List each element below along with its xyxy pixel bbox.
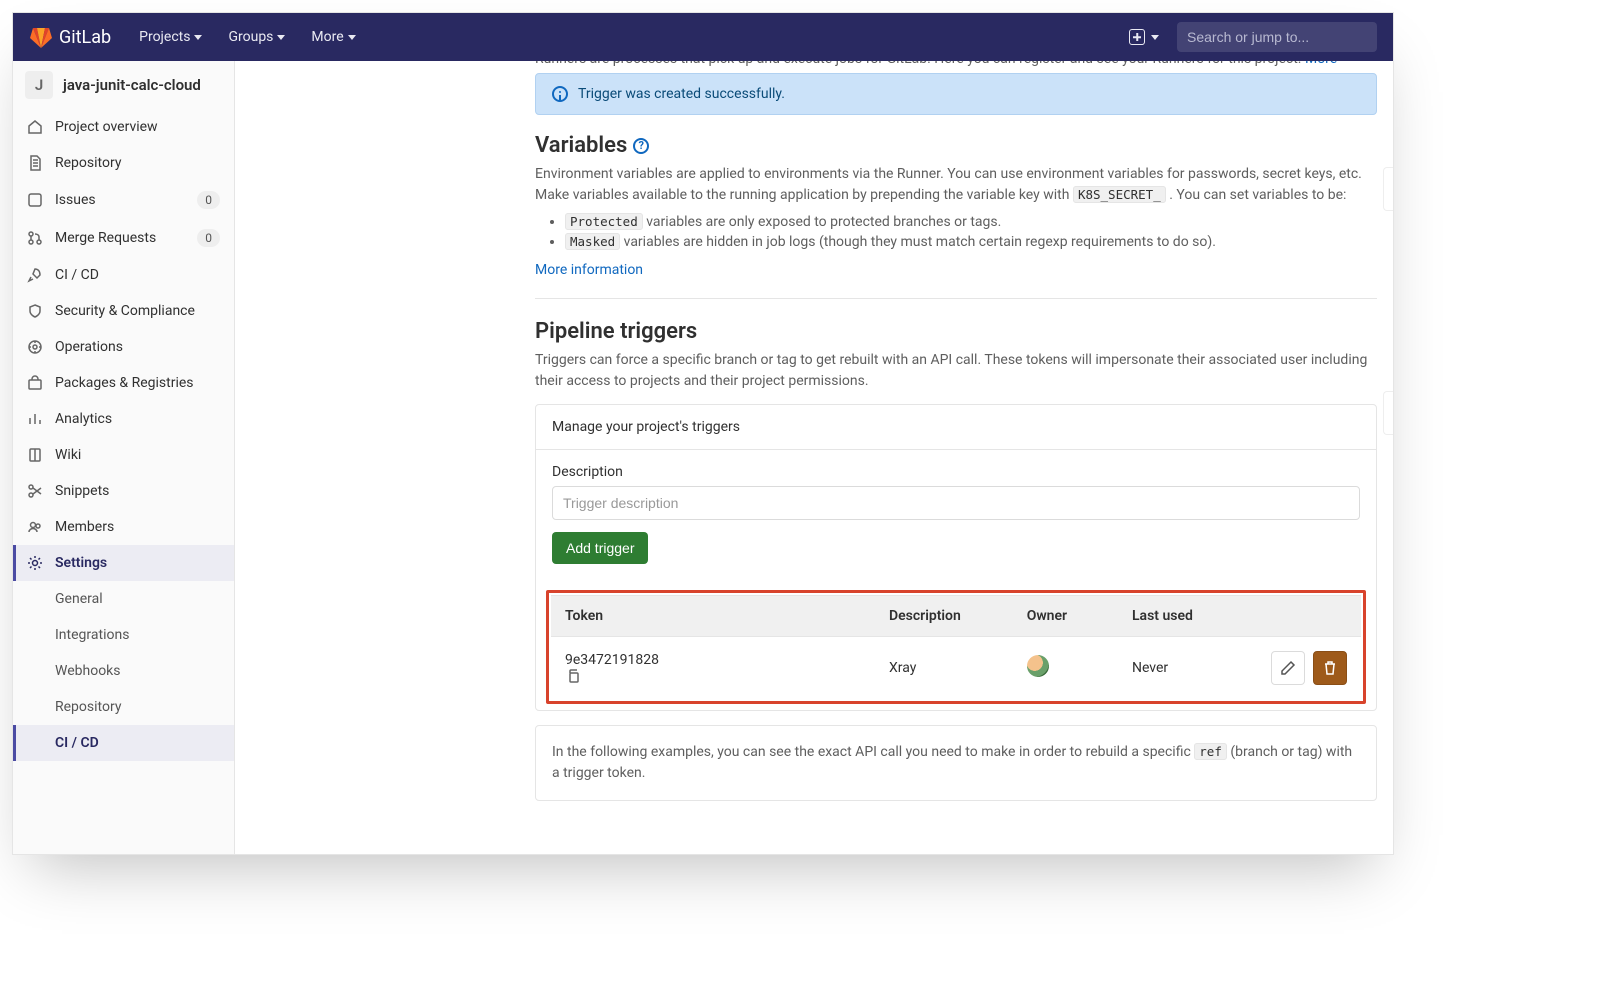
nav-projects[interactable]: Projects: [127, 13, 214, 61]
variables-description: Environment variables are applied to env…: [535, 164, 1377, 206]
section-divider: [535, 298, 1377, 299]
runners-description: Runners are processes that pick up and e…: [535, 61, 1377, 69]
issues-icon: [27, 192, 43, 208]
sidebar-item-project-overview[interactable]: Project overview: [13, 109, 234, 145]
settings-sub-ci-cd[interactable]: CI / CD: [13, 725, 234, 761]
settings-sub-general[interactable]: General: [13, 581, 234, 617]
plus-icon: [1129, 29, 1145, 45]
panel-header: Manage your project's triggers: [536, 405, 1376, 450]
settings-sub-webhooks[interactable]: Webhooks: [13, 653, 234, 689]
sidebar-item-settings[interactable]: Settings: [13, 545, 234, 581]
chevron-down-icon: [348, 35, 356, 40]
edit-trigger-button[interactable]: [1271, 651, 1305, 685]
add-trigger-button[interactable]: Add trigger: [552, 532, 648, 564]
th-last-used: Last used: [1118, 596, 1256, 637]
triggers-table-highlight: Token Description Owner Last used: [546, 590, 1366, 704]
chevron-down-icon: [1151, 35, 1159, 40]
sidebar-item-repository[interactable]: Repository: [13, 145, 234, 181]
settings-sub-repository[interactable]: Repository: [13, 689, 234, 725]
th-description: Description: [875, 596, 1013, 637]
trigger-row: 9e3472191828 Xray: [551, 637, 1361, 700]
triggers-usage-note: In the following examples, you can see t…: [535, 725, 1377, 801]
nav-more[interactable]: More: [299, 13, 367, 61]
nav-groups[interactable]: Groups: [216, 13, 297, 61]
sidebar-item-members[interactable]: Members: [13, 509, 234, 545]
content-area: Runners are processes that pick up and e…: [235, 61, 1393, 854]
mr-count: 0: [197, 229, 220, 247]
merge-icon: [27, 230, 43, 246]
trash-icon: [1322, 660, 1338, 676]
file-icon: [27, 155, 43, 171]
project-header[interactable]: J java-junit-calc-cloud: [13, 61, 234, 109]
rocket-icon: [27, 267, 43, 283]
manage-triggers-panel: Manage your project's triggers Descripti…: [535, 404, 1377, 711]
th-token: Token: [551, 596, 875, 637]
settings-sub-integrations[interactable]: Integrations: [13, 617, 234, 653]
th-actions: [1256, 596, 1361, 637]
book-icon: [27, 447, 43, 463]
variables-title: Variables ?: [535, 133, 1377, 158]
sidebar-item-analytics[interactable]: Analytics: [13, 401, 234, 437]
top-navbar: GitLab Projects Groups More: [13, 13, 1393, 61]
info-icon: [552, 86, 568, 102]
owner-avatar[interactable]: [1027, 655, 1049, 677]
sidebar-item-operations[interactable]: Operations: [13, 329, 234, 365]
chart-icon: [27, 411, 43, 427]
trigger-description-cell: Xray: [875, 637, 1013, 700]
pencil-icon: [1280, 660, 1296, 676]
banner-text: Trigger was created successfully.: [578, 86, 785, 102]
scissors-icon: [27, 483, 43, 499]
token-value: 9e3472191828: [565, 652, 659, 668]
variables-bullets: Protected variables are only exposed to …: [565, 214, 1377, 250]
members-icon: [27, 519, 43, 535]
triggers-title: Pipeline triggers: [535, 319, 1377, 344]
trigger-description-input[interactable]: [552, 486, 1360, 520]
brand-text: GitLab: [59, 27, 111, 48]
sidebar-item-packages[interactable]: Packages & Registries: [13, 365, 234, 401]
gear-icon: [27, 555, 43, 571]
sidebar-item-security[interactable]: Security & Compliance: [13, 293, 234, 329]
issues-count: 0: [197, 191, 220, 209]
chevron-down-icon: [277, 35, 285, 40]
chevron-down-icon: [194, 35, 202, 40]
th-owner: Owner: [1013, 596, 1118, 637]
project-avatar: J: [25, 71, 53, 99]
sidebar-item-issues[interactable]: Issues 0: [13, 181, 234, 219]
search-input[interactable]: [1187, 29, 1367, 45]
success-banner: Trigger was created successfully.: [535, 73, 1377, 115]
project-sidebar: J java-junit-calc-cloud Project overview…: [13, 61, 235, 854]
copy-token-icon[interactable]: [565, 668, 861, 684]
section-expand-toggle[interactable]: [1383, 391, 1393, 435]
create-new-dropdown[interactable]: [1123, 25, 1165, 49]
delete-trigger-button[interactable]: [1313, 651, 1347, 685]
runners-more-link[interactable]: More: [1305, 61, 1337, 67]
gitlab-icon: [29, 25, 53, 49]
sidebar-item-wiki[interactable]: Wiki: [13, 437, 234, 473]
triggers-table: Token Description Owner Last used: [551, 595, 1361, 699]
variables-more-info-link[interactable]: More information: [535, 262, 643, 278]
brand-logo[interactable]: GitLab: [29, 25, 111, 49]
sidebar-item-snippets[interactable]: Snippets: [13, 473, 234, 509]
project-name: java-junit-calc-cloud: [63, 76, 201, 94]
global-search[interactable]: [1177, 22, 1377, 52]
sidebar-item-merge-requests[interactable]: Merge Requests 0: [13, 219, 234, 257]
triggers-description: Triggers can force a specific branch or …: [535, 350, 1377, 392]
operations-icon: [27, 339, 43, 355]
section-expand-toggle[interactable]: [1383, 167, 1393, 211]
description-label: Description: [552, 464, 1360, 480]
help-icon[interactable]: ?: [633, 138, 649, 154]
package-icon: [27, 375, 43, 391]
shield-icon: [27, 303, 43, 319]
last-used-cell: Never: [1118, 637, 1256, 700]
sidebar-item-ci-cd[interactable]: CI / CD: [13, 257, 234, 293]
home-icon: [27, 119, 43, 135]
